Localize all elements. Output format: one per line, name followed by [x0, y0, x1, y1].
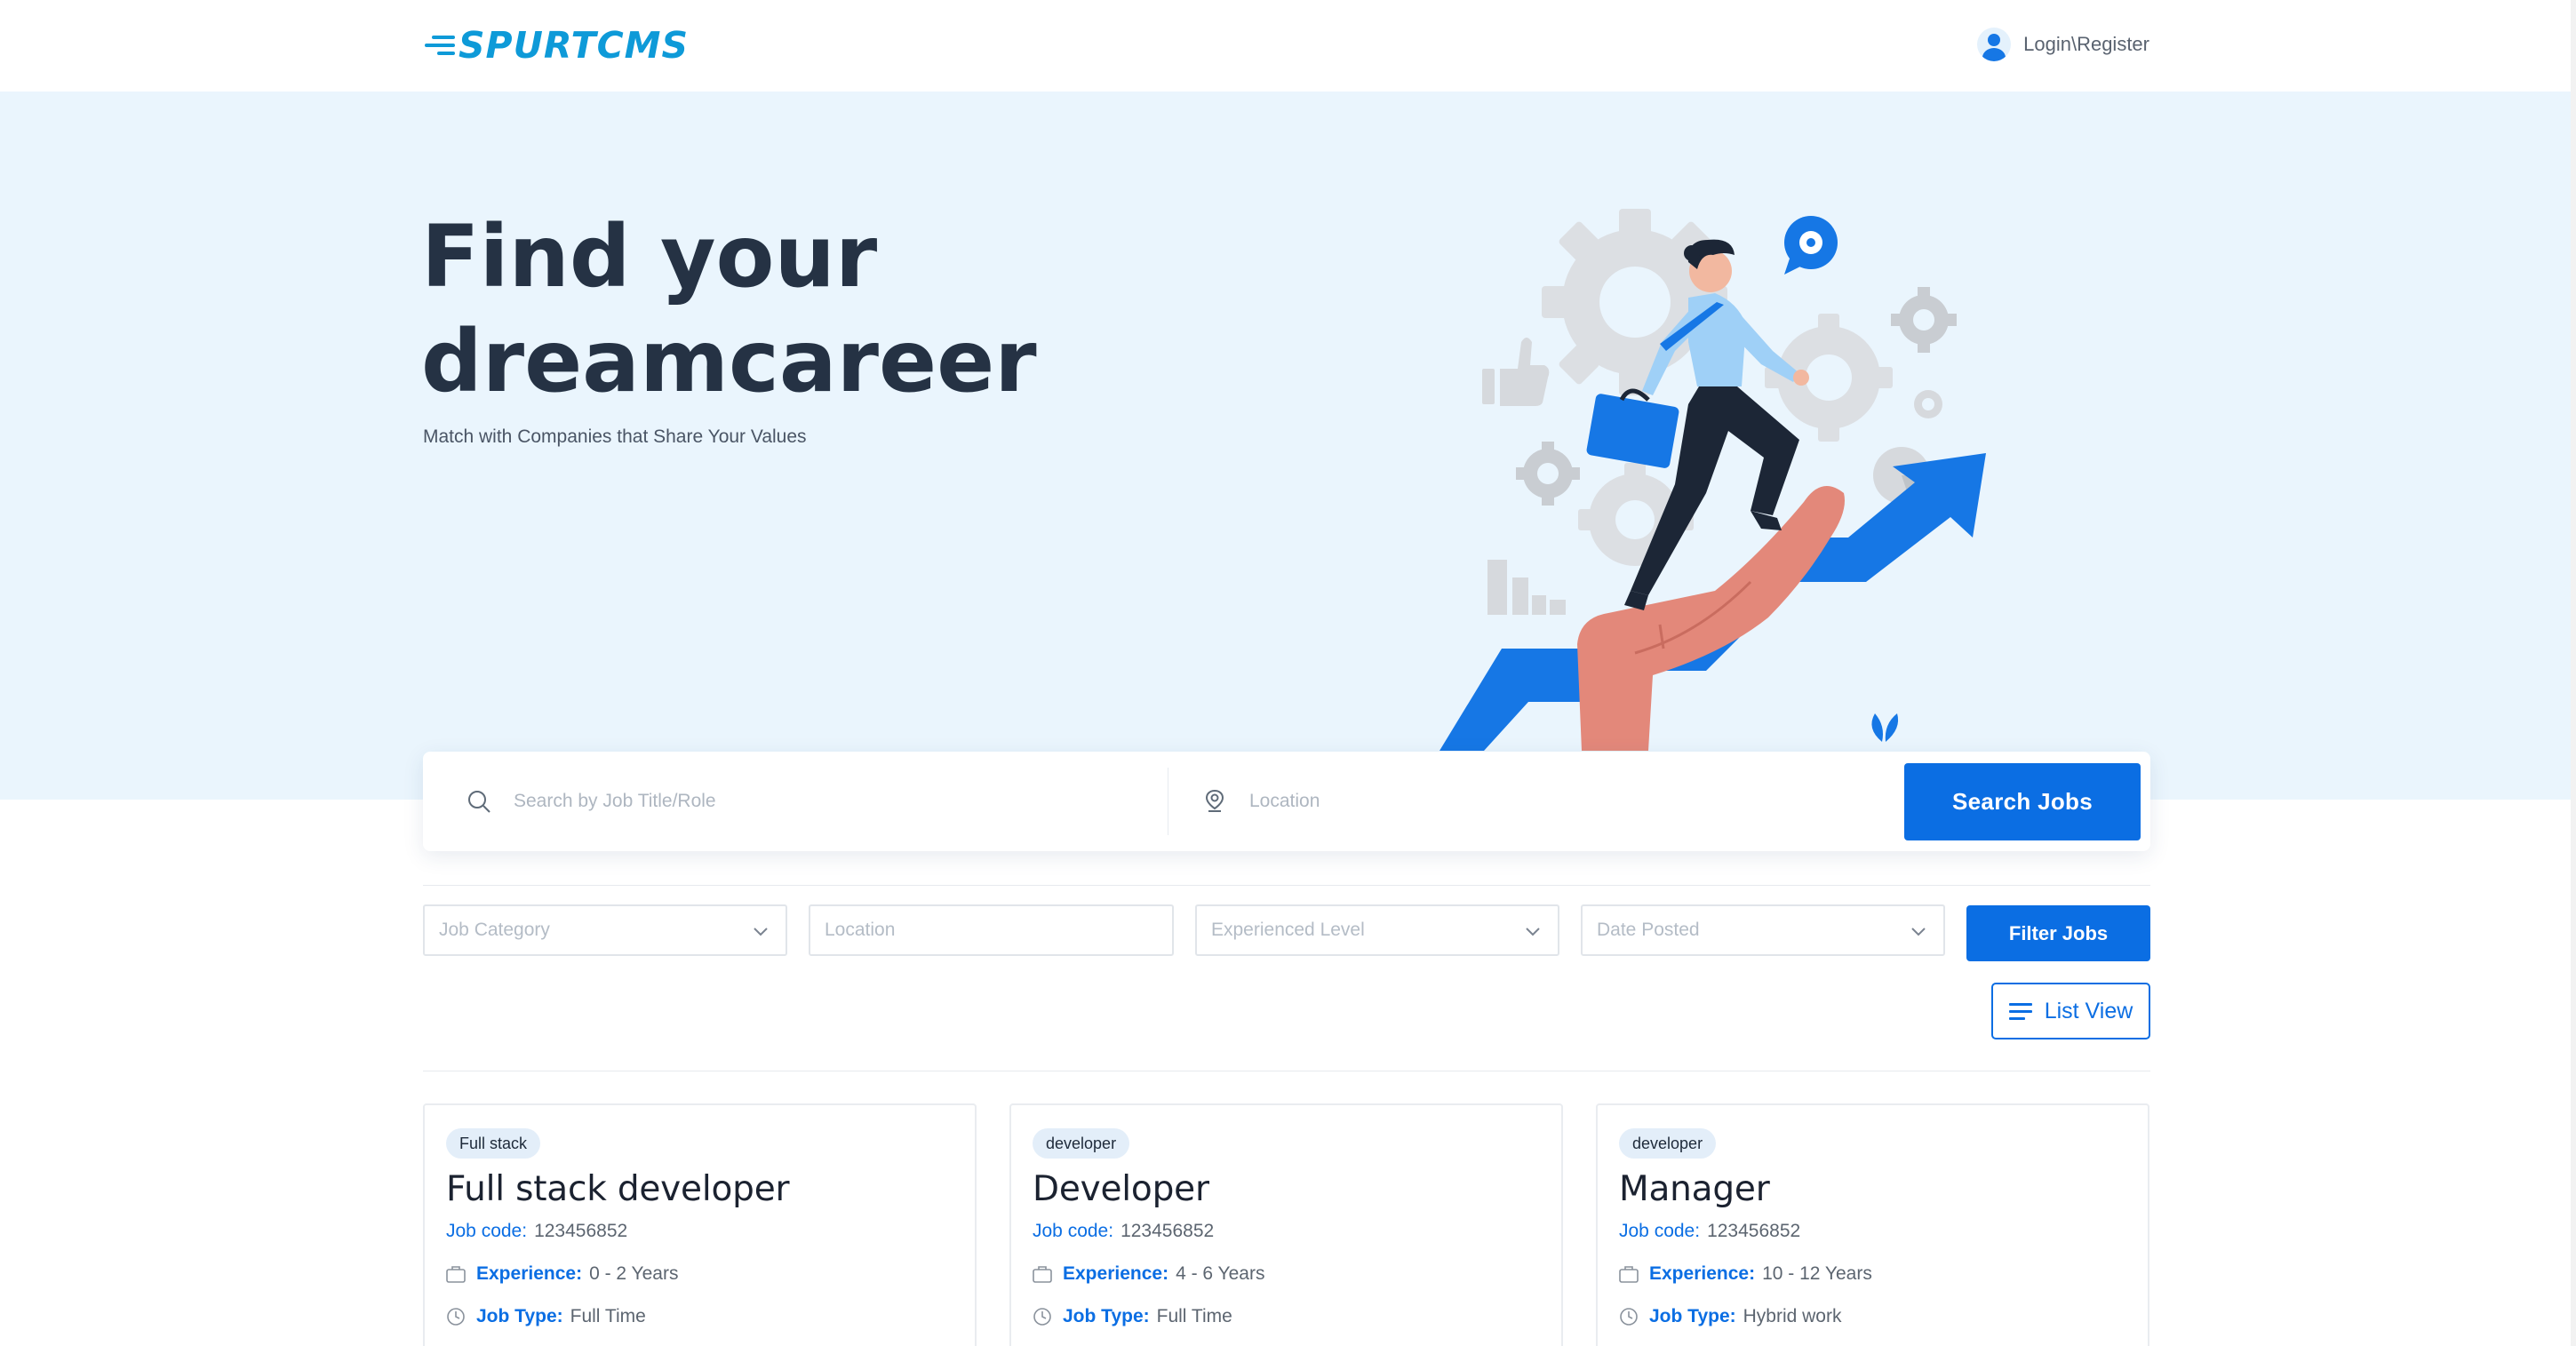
job-type-value: Full Time — [570, 1306, 646, 1326]
job-type-value: Hybrid work — [1743, 1306, 1842, 1326]
job-code-value: 123456852 — [534, 1221, 628, 1241]
job-type-label: Job Type: — [1649, 1306, 1736, 1326]
job-code-value: 123456852 — [1707, 1221, 1801, 1241]
job-search-bar: Search Jobs — [423, 752, 2150, 851]
experience-value: 10 - 12 Years — [1762, 1263, 1872, 1284]
search-icon — [466, 788, 492, 815]
briefcase-icon — [446, 1264, 466, 1284]
job-code-row: Job code: 123456852 — [446, 1221, 627, 1242]
job-category-select[interactable]: Job Category — [423, 904, 787, 956]
search-jobs-button[interactable]: Search Jobs — [1904, 763, 2141, 840]
user-avatar-icon — [1977, 28, 2012, 61]
date-posted-select[interactable]: Date Posted — [1581, 904, 1945, 956]
page-scrollbar[interactable] — [2571, 0, 2576, 1346]
logo-speed-lines-icon — [423, 34, 455, 57]
career-growth-illustration — [1440, 209, 1986, 751]
briefcase-icon — [1619, 1264, 1639, 1284]
hero-title-line2: dreamcareer — [421, 312, 1037, 411]
chevron-down-icon — [1526, 928, 1540, 936]
hero-section — [0, 92, 2576, 800]
category-badge: Full stack — [446, 1128, 541, 1159]
experience-level-select[interactable]: Experienced Level — [1195, 904, 1559, 956]
job-code-row: Job code: 123456852 — [1619, 1221, 1800, 1242]
clock-icon — [446, 1307, 466, 1326]
hero-subtitle: Match with Companies that Share Your Val… — [423, 426, 807, 447]
logo[interactable]: SPURTCMS — [423, 23, 689, 68]
job-code-label: Job code: — [1619, 1221, 1701, 1241]
job-title[interactable]: Developer — [1033, 1169, 1209, 1209]
experience-label: Experience: — [476, 1263, 583, 1284]
location-filter-input[interactable]: Location — [809, 904, 1174, 956]
job-type-value: Full Time — [1156, 1306, 1232, 1326]
login-register-label: Login\Register — [2023, 33, 2149, 55]
location-pin-icon — [1201, 788, 1228, 815]
gear-medium-icon — [1765, 314, 1893, 442]
experience-label: Experience: — [1649, 1263, 1756, 1284]
top-header: SPURTCMS Login\Register — [0, 0, 2576, 92]
job-title[interactable]: Manager — [1619, 1169, 1770, 1209]
settings-bubble-icon — [1784, 216, 1838, 275]
list-view-label: List View — [2044, 998, 2133, 1023]
date-posted-placeholder: Date Posted — [1597, 920, 1700, 940]
job-code-label: Job code: — [446, 1221, 528, 1241]
filters-top-divider — [423, 885, 2150, 886]
gear-left-icon — [1516, 442, 1580, 506]
list-lines-icon — [2008, 1003, 2032, 1020]
experience-level-placeholder: Experienced Level — [1211, 920, 1365, 940]
job-title[interactable]: Full stack developer — [446, 1169, 790, 1209]
clock-icon — [1619, 1307, 1639, 1326]
leaf-sprout-icon — [1871, 713, 1899, 742]
job-type-row: Job Type: Hybrid work — [1619, 1306, 1841, 1327]
job-type-row: Job Type: Full Time — [1033, 1306, 1232, 1327]
login-register-link[interactable]: Login\Register — [1977, 27, 2149, 62]
clock-icon — [1033, 1307, 1052, 1326]
experience-value: 0 - 2 Years — [589, 1263, 679, 1284]
job-title-search-field[interactable] — [466, 752, 1168, 851]
experience-value: 4 - 6 Years — [1176, 1263, 1265, 1284]
list-view-button[interactable]: List View — [1991, 983, 2150, 1039]
job-type-label: Job Type: — [1063, 1306, 1150, 1326]
job-card[interactable]: developer Developer Job code: 123456852 … — [1009, 1103, 1563, 1346]
category-badge: developer — [1033, 1128, 1130, 1159]
briefcase-icon — [1033, 1264, 1052, 1284]
bar-chart-icon — [1487, 560, 1566, 615]
gear-small-icon — [1891, 287, 1957, 353]
job-type-label: Job Type: — [476, 1306, 563, 1326]
job-card[interactable]: Full stack Full stack developer Job code… — [423, 1103, 977, 1346]
filter-jobs-button[interactable]: Filter Jobs — [1966, 905, 2150, 961]
category-badge: developer — [1619, 1128, 1717, 1159]
experience-row: Experience: 10 - 12 Years — [1619, 1263, 1872, 1285]
logo-text: SPURTCMS — [459, 24, 689, 67]
experience-row: Experience: 0 - 2 Years — [446, 1263, 678, 1285]
job-code-label: Job code: — [1033, 1221, 1114, 1241]
experience-row: Experience: 4 - 6 Years — [1033, 1263, 1264, 1285]
chevron-down-icon — [754, 928, 768, 936]
job-code-row: Job code: 123456852 — [1033, 1221, 1214, 1242]
gear-tiny-icon — [1914, 390, 1942, 418]
experience-label: Experience: — [1063, 1263, 1169, 1284]
job-title-search-input[interactable] — [514, 791, 1168, 812]
hero-title-line1: Find your — [421, 207, 878, 307]
job-type-row: Job Type: Full Time — [446, 1306, 646, 1327]
chevron-down-icon — [1911, 928, 1926, 936]
job-category-placeholder: Job Category — [439, 920, 550, 940]
thumbs-up-icon — [1482, 338, 1550, 406]
location-filter-placeholder: Location — [825, 920, 896, 940]
job-code-value: 123456852 — [1121, 1221, 1215, 1241]
hero-title: Find your dreamcareer — [421, 204, 1061, 414]
job-card[interactable]: developer Manager Job code: 123456852 Ex… — [1596, 1103, 2149, 1346]
